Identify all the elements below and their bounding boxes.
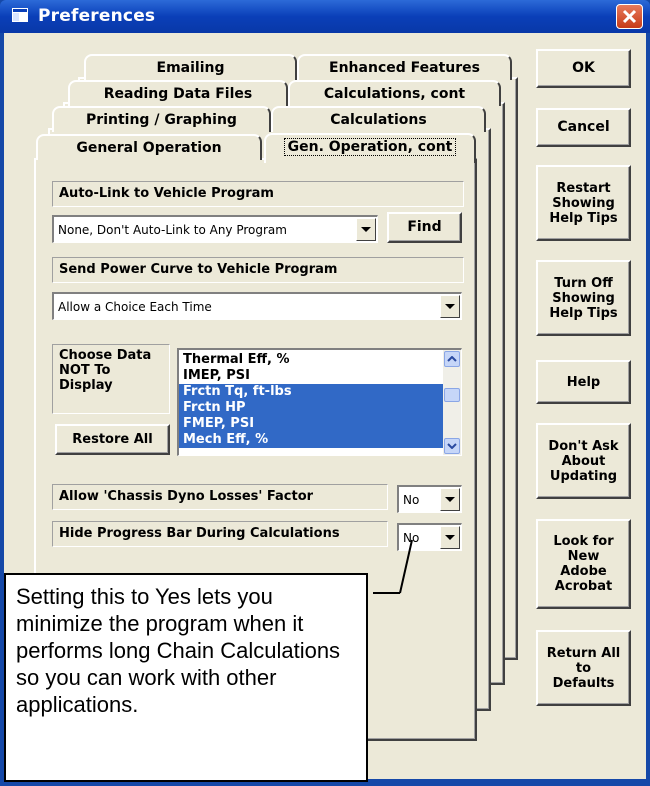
title-bar[interactable]: Preferences (0, 0, 650, 33)
chevron-down-icon[interactable] (440, 488, 460, 511)
tab-reading-data-files[interactable]: Reading Data Files (68, 80, 288, 106)
scroll-thumb[interactable] (444, 388, 460, 402)
scroll-up-icon[interactable] (444, 351, 460, 367)
cancel-button[interactable]: Cancel (536, 108, 631, 147)
choose-data-label-line3: Display (59, 378, 113, 393)
help-button[interactable]: Help (536, 360, 631, 404)
dont-ask-line1: Don't Ask (548, 438, 619, 454)
dont-ask-line3: Updating (549, 468, 618, 484)
close-icon (622, 9, 637, 24)
data-list-scrollbar[interactable] (443, 350, 461, 455)
acrobat-line2: New (567, 549, 600, 564)
data-list-item[interactable]: Frctn HP (179, 400, 444, 416)
tab-general-operation[interactable]: General Operation (36, 134, 262, 160)
restart-tips-line2: Showing (552, 195, 615, 211)
app-icon (12, 8, 28, 22)
help-callout: Setting this to Yes lets you minimize th… (4, 573, 368, 782)
find-button[interactable]: Find (387, 212, 462, 243)
data-list-item[interactable]: FMEP, PSI (179, 416, 444, 432)
return-defaults-button[interactable]: Return All to Defaults (536, 630, 631, 706)
autolink-label: Auto-Link to Vehicle Program (52, 181, 464, 207)
data-list-item[interactable]: Thermal Eff, % (179, 352, 444, 368)
restart-tips-line1: Restart (556, 180, 611, 196)
choose-data-label: Choose Data NOT To Display (52, 344, 170, 414)
dont-ask-line2: About (561, 453, 606, 469)
turnoff-tips-line1: Turn Off (554, 275, 613, 291)
scroll-down-icon[interactable] (444, 438, 460, 454)
callout-pointer (373, 539, 413, 594)
autolink-select-value: None, Don't Auto-Link to Any Program (58, 223, 287, 237)
look-for-acrobat-button[interactable]: Look for New Adobe Acrobat (536, 519, 631, 609)
tab-calculations-cont[interactable]: Calculations, cont (288, 80, 501, 106)
autolink-select[interactable]: None, Don't Auto-Link to Any Program (52, 215, 378, 243)
choose-data-label-line2: NOT To (59, 363, 111, 378)
acrobat-line1: Look for (553, 534, 614, 549)
tab-calculations[interactable]: Calculations (271, 106, 486, 132)
data-list[interactable]: Thermal Eff, % IMEP, PSI Frctn Tq, ft-lbs F… (177, 348, 462, 456)
choose-data-label-line1: Choose Data (59, 348, 152, 363)
restore-all-button[interactable]: Restore All (55, 424, 170, 455)
chassis-losses-select[interactable]: No (397, 485, 462, 513)
close-button[interactable] (616, 4, 643, 29)
acrobat-line3: Adobe (560, 564, 607, 579)
turnoff-tips-line2: Showing (552, 290, 615, 306)
tab-printing-graphing[interactable]: Printing / Graphing (52, 106, 271, 132)
return-defaults-line1: Return All (546, 645, 621, 661)
tab-gen-operation-cont[interactable]: Gen. Operation, cont (264, 133, 476, 163)
chassis-losses-label: Allow 'Chassis Dyno Losses' Factor (52, 484, 388, 510)
return-defaults-line3: Defaults (552, 675, 615, 691)
turnoff-tips-line3: Help Tips (549, 305, 618, 321)
sendcurve-select-value: Allow a Choice Each Time (58, 300, 212, 314)
ok-button[interactable]: OK (536, 49, 631, 88)
acrobat-line4: Acrobat (554, 579, 613, 594)
data-list-item[interactable]: Mech Eff, % (179, 432, 444, 448)
chevron-down-icon[interactable] (356, 218, 376, 241)
turn-off-help-tips-button[interactable]: Turn Off Showing Help Tips (536, 260, 631, 336)
sendcurve-label: Send Power Curve to Vehicle Program (52, 257, 464, 283)
chevron-down-icon[interactable] (440, 295, 460, 318)
dont-ask-updating-button[interactable]: Don't Ask About Updating (536, 423, 631, 499)
tab-gen-operation-cont-label: Gen. Operation, cont (283, 138, 457, 156)
data-list-item[interactable]: IMEP, PSI (179, 368, 444, 384)
tab-emailing[interactable]: Emailing (84, 54, 297, 80)
chassis-losses-value: No (403, 493, 420, 507)
chevron-down-icon[interactable] (440, 526, 460, 549)
restart-tips-line3: Help Tips (549, 210, 618, 226)
sendcurve-select[interactable]: Allow a Choice Each Time (52, 292, 462, 320)
data-list-item[interactable]: Frctn Tq, ft-lbs (179, 384, 444, 400)
tab-enhanced-features[interactable]: Enhanced Features (297, 54, 512, 80)
hide-progress-label: Hide Progress Bar During Calculations (52, 521, 388, 547)
restart-help-tips-button[interactable]: Restart Showing Help Tips (536, 165, 631, 241)
window-title: Preferences (38, 6, 156, 26)
return-defaults-line2: to (575, 660, 592, 676)
